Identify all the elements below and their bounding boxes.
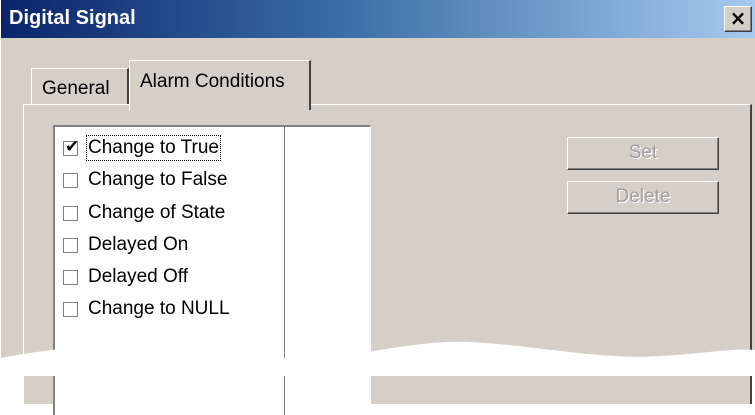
- list-item-change-of-state[interactable]: Change of State: [63, 200, 285, 228]
- tab-alarm-conditions-label: Alarm Conditions: [140, 71, 285, 92]
- checkbox-delayed-on[interactable]: [63, 238, 78, 253]
- checkbox-change-of-state[interactable]: [63, 206, 78, 221]
- tab-general[interactable]: General: [31, 68, 129, 108]
- title-bar[interactable]: Digital Signal ×: [1, 0, 755, 38]
- set-button[interactable]: Set: [567, 137, 719, 170]
- tab-general-label: General: [42, 78, 110, 99]
- list-item-label: Delayed On: [88, 234, 189, 255]
- checkbox-change-to-false[interactable]: [63, 173, 78, 188]
- list-item-change-to-true[interactable]: ✔ Change to True: [63, 135, 285, 163]
- list-item-change-to-null[interactable]: Change to NULL: [63, 296, 285, 324]
- checkbox-change-to-null[interactable]: [63, 302, 78, 317]
- list-item-label: Change to NULL: [88, 298, 230, 319]
- delete-button[interactable]: Delete: [567, 181, 719, 214]
- window-title: Digital Signal: [9, 7, 136, 29]
- torn-bottom-edge: [1, 341, 755, 376]
- close-button[interactable]: ×: [724, 6, 752, 32]
- list-item-delayed-off[interactable]: Delayed Off: [63, 264, 285, 292]
- tab-alarm-conditions[interactable]: Alarm Conditions: [129, 60, 311, 110]
- checkmark-icon: ✔: [65, 137, 80, 157]
- list-item-change-to-false[interactable]: Change to False: [63, 167, 285, 195]
- checkbox-delayed-off[interactable]: [63, 270, 78, 285]
- dialog-window: Digital Signal × General Alarm Condition…: [0, 0, 755, 415]
- list-item-label: Change to True: [86, 135, 221, 161]
- list-item-label: Change to False: [88, 169, 228, 190]
- list-item-delayed-on[interactable]: Delayed On: [63, 232, 285, 260]
- checkbox-change-to-true[interactable]: ✔: [63, 137, 79, 157]
- close-icon: ×: [729, 6, 747, 30]
- list-item-label: Delayed Off: [88, 266, 188, 287]
- list-item-label: Change of State: [88, 202, 226, 223]
